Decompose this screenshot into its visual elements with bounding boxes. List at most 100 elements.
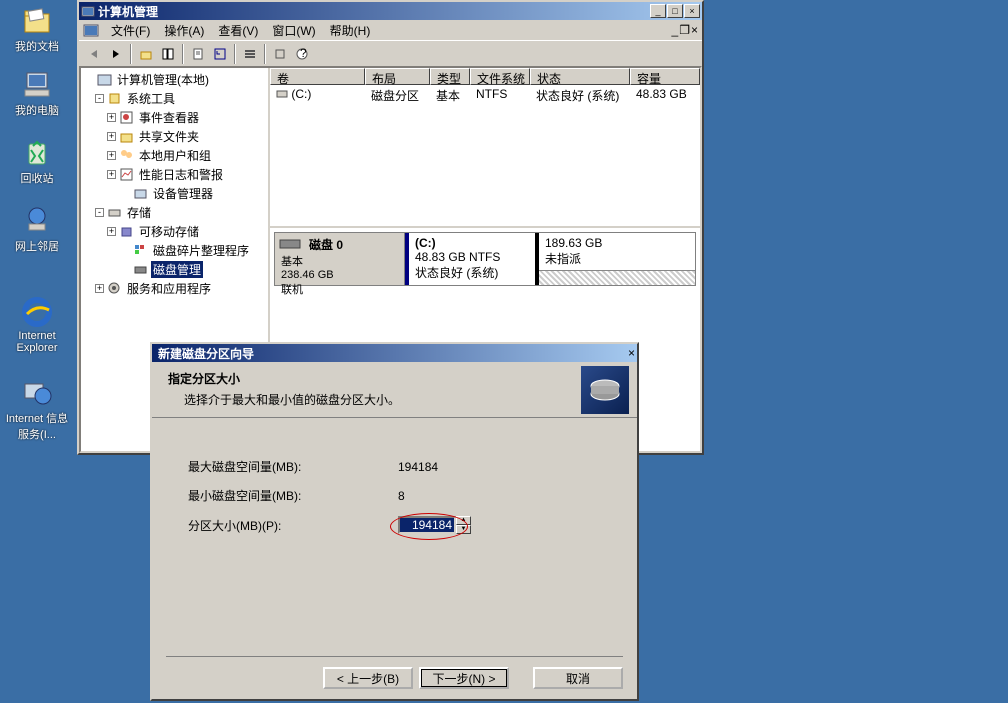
wizard-footer: < 上一步(B) 下一步(N) > 取消 — [166, 656, 623, 689]
expand-icon[interactable]: + — [95, 284, 104, 293]
wizard-title: 新建磁盘分区向导 — [154, 345, 628, 362]
tree-eventviewer[interactable]: +事件查看器 — [83, 108, 266, 127]
wizard-titlebar[interactable]: 新建磁盘分区向导 × — [152, 344, 637, 362]
tree-systools[interactable]: -系统工具 — [83, 89, 266, 108]
wizard-step-title: 指定分区大小 — [168, 370, 557, 387]
disk-wizard-icon — [581, 366, 629, 414]
tree-defrag[interactable]: 磁盘碎片整理程序 — [83, 241, 266, 260]
desktop-label: Internet Explorer — [5, 330, 69, 354]
wizard-header: 指定分区大小 选择介于最大和最小值的磁盘分区大小。 — [152, 362, 637, 418]
wizard-body: 最大磁盘空间量(MB): 194184 最小磁盘空间量(MB): 8 分区大小(… — [152, 418, 637, 586]
desktop-label: 回收站 — [5, 170, 69, 186]
max-space-value: 194184 — [398, 460, 438, 474]
partition-size-label: 分区大小(MB)(P): — [188, 517, 398, 534]
refresh-button[interactable] — [209, 43, 231, 65]
col-status[interactable]: 状态 — [530, 68, 630, 85]
partition-size-input[interactable] — [398, 516, 456, 534]
iis-icon — [21, 376, 53, 408]
menu-file[interactable]: 文件(F) — [105, 20, 156, 41]
desktop-label: 我的电脑 — [5, 102, 69, 118]
menu-action[interactable]: 操作(A) — [158, 20, 210, 41]
list-button[interactable] — [239, 43, 261, 65]
tree-storage[interactable]: -存储 — [83, 203, 266, 222]
collapse-icon[interactable]: - — [95, 94, 104, 103]
col-capacity[interactable]: 容量 — [630, 68, 700, 85]
desktop-icon-recycle[interactable]: 回收站 — [5, 136, 69, 186]
menubar: 文件(F) 操作(A) 查看(V) 窗口(W) 帮助(H) _ ❐ × — [79, 20, 702, 40]
partition-unallocated[interactable]: 189.63 GB 未指派 — [535, 233, 695, 285]
menu-view[interactable]: 查看(V) — [212, 20, 264, 41]
cancel-button[interactable]: 取消 — [533, 667, 623, 689]
tree-removable[interactable]: +可移动存储 — [83, 222, 266, 241]
app-icon — [81, 4, 95, 18]
min-space-value: 8 — [398, 489, 405, 503]
col-volume[interactable]: 卷 — [270, 68, 365, 85]
help-button[interactable]: ? — [291, 43, 313, 65]
desktop-label: 网上邻居 — [5, 238, 69, 254]
col-type[interactable]: 类型 — [430, 68, 470, 85]
back-button[interactable]: < 上一步(B) — [323, 667, 413, 689]
mdi-close-button[interactable]: × — [691, 23, 698, 37]
collapse-icon[interactable]: - — [95, 208, 104, 217]
expand-icon[interactable]: + — [107, 151, 116, 160]
back-button[interactable] — [83, 43, 105, 65]
min-space-label: 最小磁盘空间量(MB): — [188, 487, 398, 504]
recycle-icon — [21, 136, 53, 168]
menu-window[interactable]: 窗口(W) — [266, 20, 321, 41]
settings-button[interactable] — [269, 43, 291, 65]
next-button[interactable]: 下一步(N) > — [419, 667, 509, 689]
properties-button[interactable] — [187, 43, 209, 65]
tree-sharedfolders[interactable]: +共享文件夹 — [83, 127, 266, 146]
network-icon — [21, 204, 53, 236]
minimize-button[interactable]: _ — [650, 4, 666, 18]
menu-help[interactable]: 帮助(H) — [324, 20, 377, 41]
svg-text:?: ? — [300, 47, 307, 60]
partition-size-spinner: ▲ ▼ — [398, 516, 471, 534]
spin-up-button[interactable]: ▲ — [456, 516, 471, 525]
disk-info[interactable]: 磁盘 0 基本 238.46 GB 联机 — [275, 233, 405, 285]
desktop-icon-network[interactable]: 网上邻居 — [5, 204, 69, 254]
col-layout[interactable]: 布局 — [365, 68, 430, 85]
volume-row[interactable]: (C:) 磁盘分区 基本 NTFS 状态良好 (系统) 48.83 GB — [270, 85, 700, 106]
wizard-close-button[interactable]: × — [628, 346, 635, 360]
new-partition-wizard-dialog: 新建磁盘分区向导 × 指定分区大小 选择介于最大和最小值的磁盘分区大小。 最大磁… — [150, 342, 639, 701]
maximize-button[interactable]: □ — [667, 4, 683, 18]
spin-down-button[interactable]: ▼ — [456, 525, 471, 534]
desktop-icon-computer[interactable]: 我的电脑 — [5, 68, 69, 118]
toolbar: ? — [79, 40, 702, 66]
mdi-restore-button[interactable]: ❐ — [679, 23, 690, 37]
partition-c[interactable]: (C:) 48.83 GB NTFS 状态良好 (系统) — [405, 233, 535, 285]
tree-root[interactable]: 计算机管理(本地) — [83, 70, 266, 89]
folder-docs-icon — [21, 4, 53, 36]
up-button[interactable] — [135, 43, 157, 65]
tree-services[interactable]: +服务和应用程序 — [83, 279, 266, 298]
desktop-label: 我的文档 — [5, 38, 69, 54]
desktop-label: Internet 信息服务(I... — [5, 410, 69, 442]
tree-perflogs[interactable]: +性能日志和警报 — [83, 165, 266, 184]
desktop-icon-documents[interactable]: 我的文档 — [5, 4, 69, 54]
forward-button[interactable] — [105, 43, 127, 65]
wizard-step-subtitle: 选择介于最大和最小值的磁盘分区大小。 — [168, 391, 557, 408]
desktop-icon-iis[interactable]: Internet 信息服务(I... — [5, 376, 69, 442]
disk-icon — [279, 237, 301, 251]
tree-devmgr[interactable]: 设备管理器 — [83, 184, 266, 203]
close-button[interactable]: × — [684, 4, 700, 18]
expand-icon[interactable]: + — [107, 132, 116, 141]
max-space-label: 最大磁盘空间量(MB): — [188, 458, 398, 475]
volume-list[interactable]: 卷 布局 类型 文件系统 状态 容量 (C:) 磁盘分区 基本 NTFS 状态良… — [270, 68, 700, 228]
expand-icon[interactable]: + — [107, 113, 116, 122]
expand-icon[interactable]: + — [107, 170, 116, 179]
show-hide-tree-button[interactable] — [157, 43, 179, 65]
titlebar[interactable]: 计算机管理 _ □ × — [79, 2, 702, 20]
tree-localusers[interactable]: +本地用户和组 — [83, 146, 266, 165]
monitor-icon — [21, 68, 53, 100]
col-fs[interactable]: 文件系统 — [470, 68, 530, 85]
tree-diskmgmt[interactable]: 磁盘管理 — [83, 260, 266, 279]
mdi-minimize-button[interactable]: _ — [672, 23, 679, 37]
expand-icon[interactable]: + — [107, 227, 116, 236]
desktop-icon-ie[interactable]: Internet Explorer — [5, 296, 69, 354]
disk-row[interactable]: 磁盘 0 基本 238.46 GB 联机 (C:) 48.83 GB NTFS … — [274, 232, 696, 286]
window-title: 计算机管理 — [98, 3, 650, 20]
ie-icon — [21, 296, 53, 328]
mmc-icon — [83, 22, 99, 38]
